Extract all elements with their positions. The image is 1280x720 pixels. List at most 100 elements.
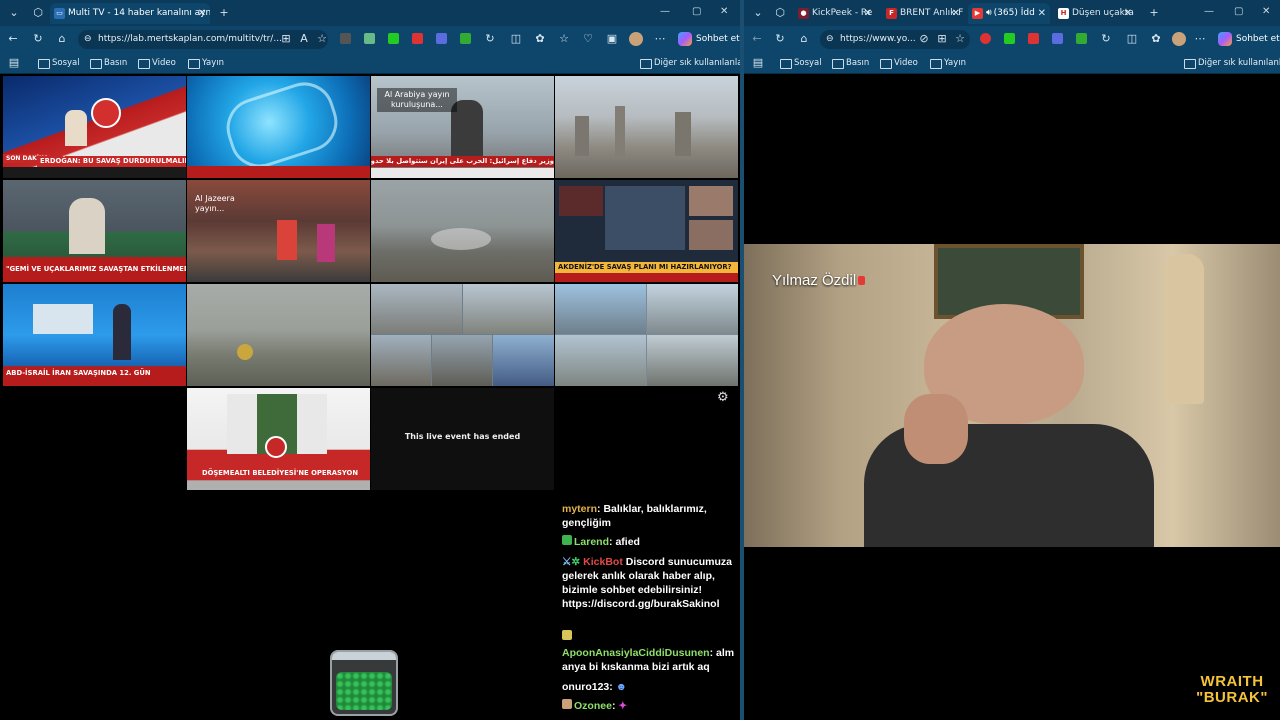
refresh-icon[interactable]: ↻ — [30, 32, 46, 46]
maximize-icon[interactable]: ▢ — [1234, 6, 1243, 17]
fav-folder-sosyal[interactable]: Sosyal — [38, 57, 80, 69]
chat-username[interactable]: onuro123 — [562, 681, 609, 693]
maximize-icon[interactable]: ▢ — [692, 6, 701, 17]
avatar[interactable] — [629, 32, 643, 46]
extensions-icon[interactable]: ✿ — [1148, 32, 1164, 46]
split-view-icon[interactable]: ⊞ — [934, 32, 950, 46]
chat-message: mytern: Balıklar, balıklarımız, gençliği… — [562, 502, 738, 530]
chat-username[interactable]: mytern — [562, 503, 597, 515]
video-frame[interactable]: Yılmaz Özdil — [744, 244, 1280, 547]
site-info-icon[interactable]: ⊖ — [826, 30, 834, 49]
sidebar-icon[interactable]: ◫ — [1124, 32, 1140, 46]
extension-icon[interactable] — [364, 33, 375, 44]
tv-cell-14-ended[interactable]: This live event has ended — [371, 388, 554, 490]
extension-icon[interactable] — [412, 33, 423, 44]
tv-cell-6[interactable]: Al Jazeera yayın... — [187, 180, 370, 282]
favorite-star-icon[interactable]: ☆ — [314, 32, 330, 46]
fav-folder-video[interactable]: Video — [138, 57, 176, 69]
workspaces-icon[interactable]: ⬡ — [30, 6, 46, 20]
fav-folder-basin[interactable]: Basın — [90, 57, 127, 69]
close-tab-icon[interactable]: ✕ — [1124, 3, 1132, 24]
tv-cell-5[interactable]: "GEMİ VE UÇAKLARIMIZ SAVAŞTAN ETKİLENMED… — [3, 180, 186, 282]
refresh-ext-icon[interactable]: ↻ — [482, 32, 498, 46]
fav-folder-video[interactable]: Video — [880, 57, 918, 69]
more-icon[interactable]: ⋯ — [1192, 32, 1208, 46]
more-icon[interactable]: ⋯ — [652, 32, 668, 46]
close-tab-icon[interactable]: ✕ — [198, 3, 206, 24]
back-icon[interactable]: ← — [749, 32, 765, 46]
extension-icon[interactable] — [1052, 33, 1063, 44]
site-info-icon[interactable]: ⊖ — [84, 30, 92, 49]
extension-icon[interactable] — [436, 33, 447, 44]
close-tab-icon[interactable]: ✕ — [952, 3, 960, 24]
share-icon[interactable]: ⊘ — [916, 32, 932, 46]
close-tab-icon[interactable]: ✕ — [864, 3, 872, 24]
favorites-icon[interactable]: ☆ — [556, 32, 572, 46]
tv-cell-8[interactable]: AKDENİZ'DE SAVAŞ PLANI MI HAZIRLANIYOR? — [555, 180, 738, 282]
read-aloud-icon[interactable]: A — [296, 32, 312, 46]
home-icon[interactable]: ⌂ — [54, 32, 70, 46]
minimize-icon[interactable]: — — [1204, 6, 1214, 17]
close-window-icon[interactable]: ✕ — [720, 6, 728, 17]
tv-cell-1[interactable]: SON DAKİKA ERDOĞAN: BU SAVAŞ DURDURULMAL… — [3, 76, 186, 178]
new-tab-icon[interactable]: + — [1146, 6, 1162, 20]
sidebar-icon[interactable]: ◫ — [508, 32, 524, 46]
screenshot-icon[interactable]: ▣ — [604, 32, 620, 46]
new-tab-icon[interactable]: + — [216, 6, 232, 20]
refresh-ext-icon[interactable]: ↻ — [1098, 32, 1114, 46]
fav-folder-basin[interactable]: Basın — [832, 57, 869, 69]
extensions-icon[interactable]: ✿ — [532, 32, 548, 46]
tv-cell-11[interactable] — [371, 284, 554, 386]
fav-folder-sosyal[interactable]: Sosyal — [780, 57, 822, 69]
extension-icon[interactable] — [980, 33, 991, 44]
collections-icon[interactable]: ♡ — [580, 32, 596, 46]
fav-other-favorites[interactable]: Diğer sık kullanılanlar — [640, 57, 740, 69]
back-icon[interactable]: ← — [5, 32, 21, 46]
tab-dusen-ucak[interactable]: H Düşen uçakta ✕ — [1054, 3, 1136, 24]
tv-cell-7[interactable] — [371, 180, 554, 282]
home-icon[interactable]: ⌂ — [796, 32, 812, 46]
close-tab-icon[interactable]: ✕ — [1038, 3, 1046, 24]
fav-folder-yayin[interactable]: Yayın — [188, 57, 224, 69]
extension-icon[interactable] — [1004, 33, 1015, 44]
extension-icon[interactable] — [1076, 33, 1087, 44]
workspaces-icon[interactable]: ⬡ — [772, 6, 788, 20]
tv-cell-2[interactable] — [187, 76, 370, 178]
favorite-star-icon[interactable]: ☆ — [952, 32, 968, 46]
fav-folder-yayin[interactable]: Yayın — [930, 57, 966, 69]
favbar-menu-icon[interactable]: ▤ — [750, 56, 766, 70]
favbar-menu-icon[interactable]: ▤ — [6, 56, 22, 70]
extension-icon[interactable] — [460, 33, 471, 44]
tab-actions-icon[interactable]: ⌄ — [750, 6, 766, 20]
chat-username[interactable]: ApoonAnasiylaCiddiDusunen — [562, 647, 710, 659]
copilot-chat-button[interactable]: Sohbet et — [1218, 31, 1280, 47]
minimize-icon[interactable]: — — [660, 6, 670, 17]
speaker-icon[interactable]: 🔊︎ — [986, 8, 992, 18]
tv-cell-12[interactable] — [555, 284, 738, 386]
chat-message: ⚔✲ KickBot Discord sunucumuza gelerek an… — [562, 555, 738, 611]
tab-actions-icon[interactable]: ⌄ — [6, 6, 22, 20]
video-player[interactable]: Yılmaz Özdil WRAITH "BURAK" — [744, 74, 1280, 720]
chat-username[interactable]: Larend — [574, 536, 609, 548]
tab-youtube[interactable]: ▶ 🔊︎ (365) İdd ✕ — [968, 3, 1050, 24]
tab-multitv[interactable]: ▭ Multi TV - 14 haber kanalını aynı a ✕ — [50, 3, 210, 24]
settings-gear-icon[interactable]: ⚙ — [717, 390, 729, 405]
tv-cell-4[interactable] — [555, 76, 738, 178]
tv-cell-13[interactable]: DÖŞEMEALTI BELEDİYESİ'NE OPERASYON — [187, 388, 370, 490]
avatar[interactable] — [1172, 32, 1186, 46]
extension-icon[interactable] — [388, 33, 399, 44]
extension-icon[interactable] — [1028, 33, 1039, 44]
fav-other-favorites[interactable]: Diğer sık kullanılanlar — [1184, 57, 1280, 69]
tab-kickpeek[interactable]: ● KickPeek - Re ✕ — [794, 3, 876, 24]
chat-username[interactable]: KickBot — [583, 556, 623, 568]
close-window-icon[interactable]: ✕ — [1262, 6, 1270, 17]
split-view-icon[interactable]: ⊞ — [278, 32, 294, 46]
tv-cell-3[interactable]: Al Arabiya yayın kuruluşuna... وزير دفاع… — [371, 76, 554, 178]
chat-username[interactable]: Ozonee — [574, 700, 612, 712]
tab-brent[interactable]: F BRENT Anlık F ✕ — [882, 3, 964, 24]
tv-cell-10[interactable] — [187, 284, 370, 386]
extension-icon[interactable] — [340, 33, 351, 44]
refresh-icon[interactable]: ↻ — [772, 32, 788, 46]
tv-cell-9[interactable]: ABD-İSRAİL İRAN SAVAŞINDA 12. GÜN — [3, 284, 186, 386]
copilot-chat-button[interactable]: Sohbet et — [678, 31, 740, 47]
